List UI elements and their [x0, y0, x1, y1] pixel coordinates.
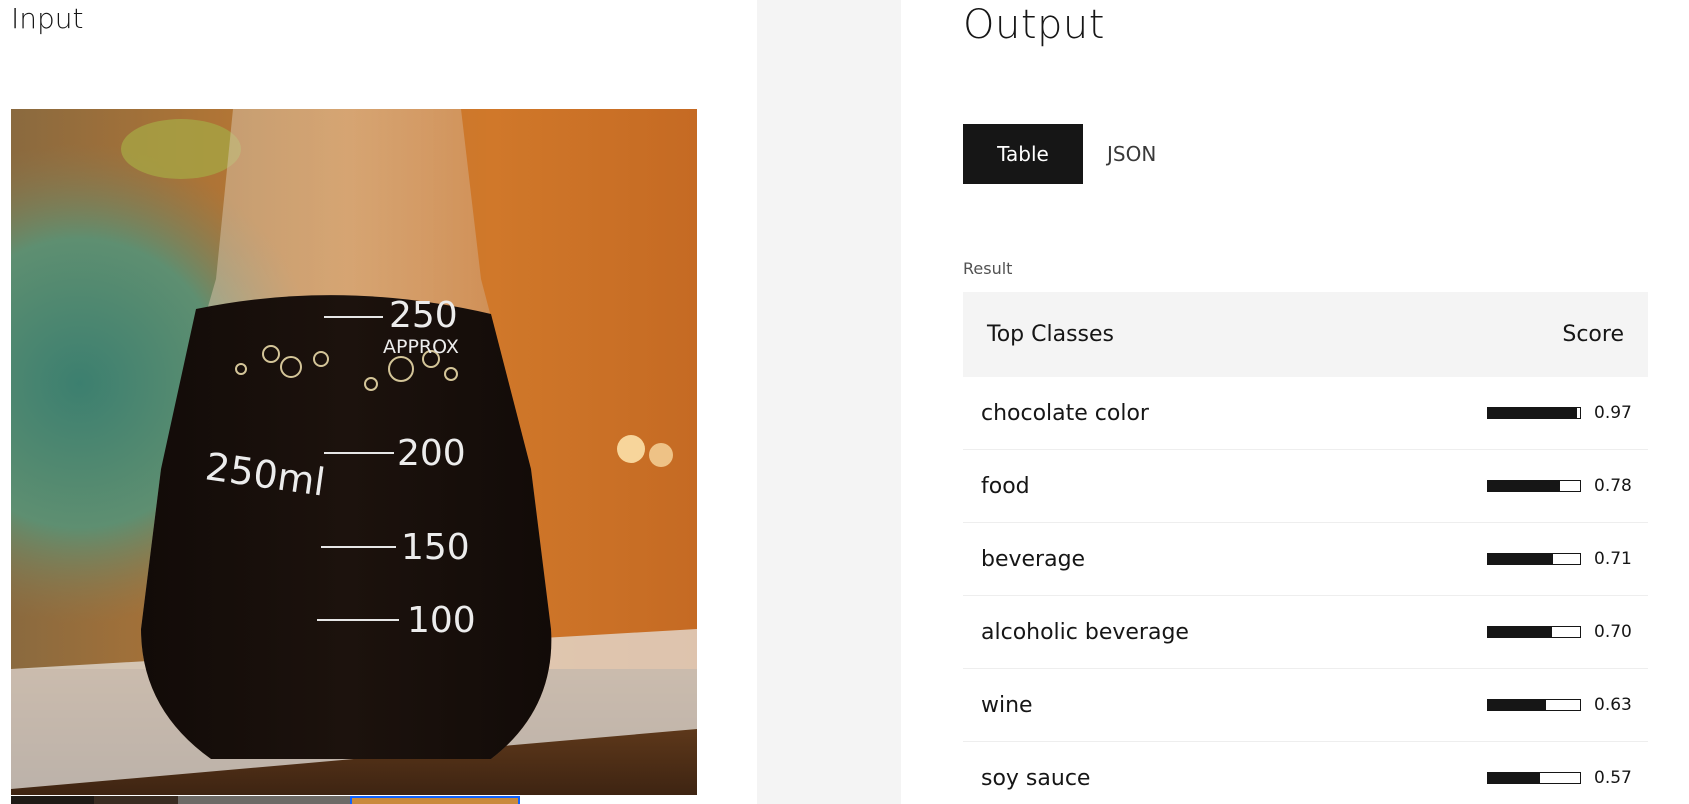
- output-title: Output: [963, 2, 1105, 48]
- thumbnail-strip: [11, 796, 697, 804]
- tab-table[interactable]: Table: [963, 124, 1083, 184]
- input-title: Input: [11, 2, 84, 35]
- score-bar: [1487, 626, 1581, 638]
- table-row: beverage 0.71: [963, 523, 1648, 596]
- score-value: 0.63: [1594, 695, 1632, 715]
- score-bar-fill: [1488, 773, 1541, 783]
- score-bar-fill: [1488, 481, 1560, 491]
- class-label: wine: [981, 692, 1033, 718]
- score-bar: [1487, 407, 1581, 419]
- score-cell: 0.71: [1487, 549, 1634, 569]
- thumbnail-selected[interactable]: [350, 796, 520, 804]
- score-value: 0.78: [1594, 476, 1632, 496]
- flask-mark-200: 200: [397, 433, 466, 474]
- tab-json[interactable]: JSON: [1083, 124, 1193, 184]
- result-label: Result: [963, 259, 1013, 278]
- class-label: beverage: [981, 546, 1086, 572]
- score-bar-fill: [1488, 700, 1546, 710]
- score-bar-fill: [1488, 554, 1554, 564]
- class-label: alcoholic beverage: [981, 619, 1189, 645]
- score-cell: 0.63: [1487, 695, 1634, 715]
- score-bar: [1487, 772, 1581, 784]
- table-row: food 0.78: [963, 450, 1648, 523]
- input-image[interactable]: 250 APPROX 200 150 100 250ml: [11, 109, 697, 795]
- class-label: chocolate color: [981, 400, 1149, 426]
- output-tabs: Table JSON: [963, 124, 1193, 184]
- panel-divider: [757, 0, 901, 804]
- table-row: alcoholic beverage 0.70: [963, 596, 1648, 669]
- flask-mark-100: 100: [407, 600, 476, 641]
- score-cell: 0.78: [1487, 476, 1634, 496]
- flask-mark-approx: APPROX: [383, 336, 459, 358]
- input-panel: Input 250 APPROX 200 150 100 250ml: [0, 0, 757, 804]
- score-value: 0.57: [1594, 768, 1632, 788]
- flask-photo-illustration: 250 APPROX 200 150 100 250ml: [11, 109, 697, 795]
- score-cell: 0.70: [1487, 622, 1634, 642]
- score-value: 0.71: [1594, 549, 1632, 569]
- results-table: Top Classes Score chocolate color 0.97 f…: [963, 292, 1648, 804]
- output-panel: Output Table JSON Result Top Classes Sco…: [901, 0, 1689, 804]
- table-row: wine 0.63: [963, 669, 1648, 742]
- score-bar-fill: [1488, 408, 1578, 418]
- class-label: soy sauce: [981, 765, 1091, 791]
- table-row: chocolate color 0.97: [963, 377, 1648, 450]
- score-bar: [1487, 699, 1581, 711]
- class-label: food: [981, 473, 1030, 499]
- score-bar: [1487, 480, 1581, 492]
- score-value: 0.97: [1594, 403, 1632, 423]
- score-cell: 0.97: [1487, 403, 1634, 423]
- table-header: Top Classes Score: [963, 292, 1648, 377]
- flask-mark-150: 150: [401, 527, 470, 568]
- thumbnail[interactable]: [11, 796, 94, 804]
- thumbnail[interactable]: [178, 796, 350, 804]
- app-page: Input 250 APPROX 200 150 100 250ml Outpu…: [0, 0, 1689, 804]
- flask-mark-250: 250: [389, 295, 458, 336]
- thumbnail[interactable]: [94, 796, 178, 804]
- score-bar-fill: [1488, 627, 1553, 637]
- table-row: soy sauce 0.57: [963, 742, 1648, 804]
- score-value: 0.70: [1594, 622, 1632, 642]
- score-cell: 0.57: [1487, 768, 1634, 788]
- column-header-score: Score: [1562, 322, 1624, 347]
- score-bar: [1487, 553, 1581, 565]
- column-header-classes: Top Classes: [987, 322, 1114, 347]
